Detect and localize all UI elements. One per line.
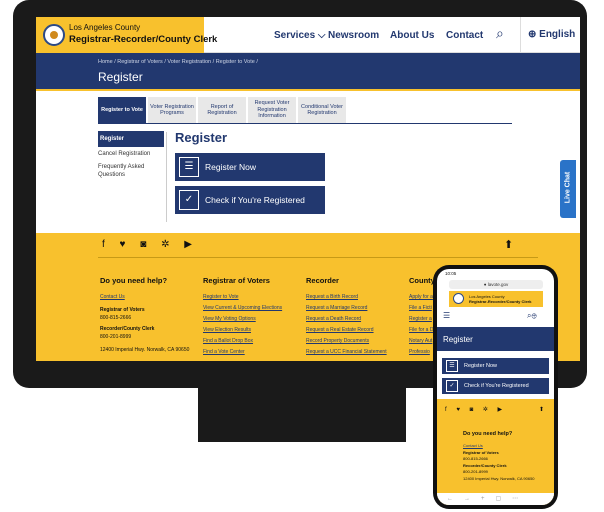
phone-rov-label: Registrar of Voters <box>463 450 499 455</box>
nav-divider <box>520 17 521 53</box>
phone-search-icon[interactable]: ⌕⊕ <box>527 311 537 321</box>
brand-office: Registrar-Recorder/County Clerk <box>69 34 218 45</box>
footer-rov-phone: 800-815-2666 <box>100 315 132 321</box>
nav-contact[interactable]: Contact <box>446 30 483 41</box>
language-selector[interactable]: ⊕ English <box>528 29 575 40</box>
phone-register-now-label: Register Now <box>464 363 498 369</box>
form-icon: ☰ <box>179 157 199 177</box>
phone-rr-label: Recorder/County Clerk <box>463 463 507 468</box>
footer-link[interactable]: Apply for a <box>409 294 433 300</box>
footer-link[interactable]: Find a Ballot Drop Box <box>203 338 253 344</box>
nav-newsroom[interactable]: Newsroom <box>328 30 379 41</box>
register-now-button[interactable]: ☰ Register Now <box>175 153 325 181</box>
footer-rr-phone: 800-201-8999 <box>100 334 132 340</box>
footer-link[interactable]: Professio <box>409 349 430 355</box>
footer-contact-link[interactable]: Contact Us <box>100 294 125 300</box>
sidebar-item-faq[interactable]: Frequently Asked Questions <box>98 163 152 179</box>
tab-request-voter-info[interactable]: Request Voter Registration Information <box>248 97 296 123</box>
phone-brand-office: Registrar-Recorder/County Clerk <box>469 299 532 304</box>
site-header: Los Angeles County Registrar-Recorder/Co… <box>36 17 580 53</box>
footer-link[interactable]: Register to Vote <box>203 294 239 300</box>
footer-link[interactable]: Request a Marriage Record <box>306 305 367 311</box>
footer-link[interactable]: View Current & Upcoming Elections <box>203 305 282 311</box>
footer-voters-title: Registrar of Voters <box>203 276 270 285</box>
live-chat-label: Live Chat <box>564 171 572 204</box>
footer-divider <box>98 257 538 258</box>
phone-check-registered-button[interactable]: ✓ Check if You're Registered <box>442 378 549 394</box>
footer-help-title: Do you need help? <box>100 276 168 285</box>
gold-divider <box>36 89 580 91</box>
footer-county-title: County <box>409 276 435 285</box>
footer-link[interactable]: Request a Real Estate Record <box>306 327 374 333</box>
tab-underline <box>98 123 512 124</box>
checkbox-icon: ✓ <box>179 190 199 210</box>
device-mockup: Los Angeles County Registrar-Recorder/Co… <box>0 0 604 512</box>
tab-report-of-registration[interactable]: Report of Registration <box>198 97 246 123</box>
footer-rr-label: Recorder/County Clerk <box>100 326 155 332</box>
footer-link[interactable]: View My Voting Options <box>203 316 256 322</box>
footer-link[interactable]: Request a Birth Record <box>306 294 358 300</box>
sidebar-item-cancel[interactable]: Cancel Registration <box>98 151 164 157</box>
footer-link[interactable]: Find a Vote Center <box>203 349 245 355</box>
phone-page-title: Register <box>437 327 554 351</box>
phone-address: 12400 Imperial Hwy. Norwalk, CA 90650 <box>463 476 535 481</box>
county-seal-icon <box>43 24 65 46</box>
sidebar-item-register[interactable]: Register <box>98 131 164 147</box>
main-title: Register <box>175 130 228 145</box>
live-chat-button[interactable]: Live Chat <box>560 160 576 218</box>
footer-link[interactable]: Request a UCC Financial Statement <box>306 349 387 355</box>
footer-link[interactable]: View Election Results <box>203 327 251 333</box>
phone-menu-icon[interactable]: ☰ ⌕⊕ <box>443 311 554 323</box>
nav-about[interactable]: About Us <box>390 30 434 41</box>
footer-link[interactable]: Notary Aut <box>409 338 432 344</box>
phone-rov-phone: 800-815-2666 <box>463 456 488 461</box>
footer-address: 12400 Imperial Hwy. Norwalk, CA 90650 <box>100 347 190 353</box>
phone-back-to-top-icon[interactable]: ⬆ <box>539 406 544 413</box>
search-icon[interactable]: ⌕ <box>496 25 504 42</box>
phone-screen: 10:05 ● lavote.gov Los Angeles County Re… <box>437 269 554 505</box>
tab-conditional-registration[interactable]: Conditional Voter Registration <box>298 97 346 123</box>
social-icons[interactable]: f ♥ ◙ ✲ ▶ <box>102 239 198 250</box>
phone-register-now-button[interactable]: ☰ Register Now <box>442 358 549 374</box>
monitor-stand <box>198 388 406 442</box>
tab-register-to-vote[interactable]: Register to Vote <box>98 97 146 123</box>
sidebar-divider <box>166 132 167 222</box>
nav-services[interactable]: Services ⌵ <box>274 30 326 41</box>
footer-rov-label: Registrar of Voters <box>100 307 145 313</box>
footer-link[interactable]: File a Ficti <box>409 305 432 311</box>
check-registered-label: Check if You're Registered <box>205 195 305 205</box>
footer-link[interactable]: Register a <box>409 316 432 322</box>
footer-recorder-title: Recorder <box>306 276 339 285</box>
footer-link[interactable]: File for a D <box>409 327 433 333</box>
phone-browser-toolbar[interactable]: ←→+▢⋯ <box>437 493 554 505</box>
phone-seal-icon <box>453 293 464 304</box>
phone-contact-link[interactable]: Contact Us <box>463 443 483 448</box>
checkbox-icon: ✓ <box>446 380 458 392</box>
page-title: Register <box>98 70 143 84</box>
phone-url-bar[interactable]: ● lavote.gov <box>449 280 543 289</box>
phone-rr-phone: 800-201-8999 <box>463 469 488 474</box>
register-now-label: Register Now <box>205 162 257 172</box>
brand-county: Los Angeles County <box>69 23 141 32</box>
phone-status-time: 10:05 <box>445 271 457 276</box>
form-icon: ☰ <box>446 360 458 372</box>
tab-voter-registration-programs[interactable]: Voter Registration Programs <box>148 97 196 123</box>
footer-link[interactable]: Record Property Documents <box>306 338 369 344</box>
phone-social-icons[interactable]: f ♥ ◙ ✲ ▶ <box>445 406 506 413</box>
footer-link[interactable]: Request a Death Record <box>306 316 361 322</box>
check-registered-button[interactable]: ✓ Check if You're Registered <box>175 186 325 214</box>
brand-logo[interactable]: Los Angeles County Registrar-Recorder/Co… <box>36 17 217 53</box>
phone-help-title: Do you need help? <box>463 431 513 437</box>
breadcrumb[interactable]: Home / Registrar of Voters / Voter Regis… <box>98 59 258 65</box>
back-to-top-icon[interactable]: ⬆ <box>504 238 513 251</box>
phone-check-registered-label: Check if You're Registered <box>464 383 529 389</box>
